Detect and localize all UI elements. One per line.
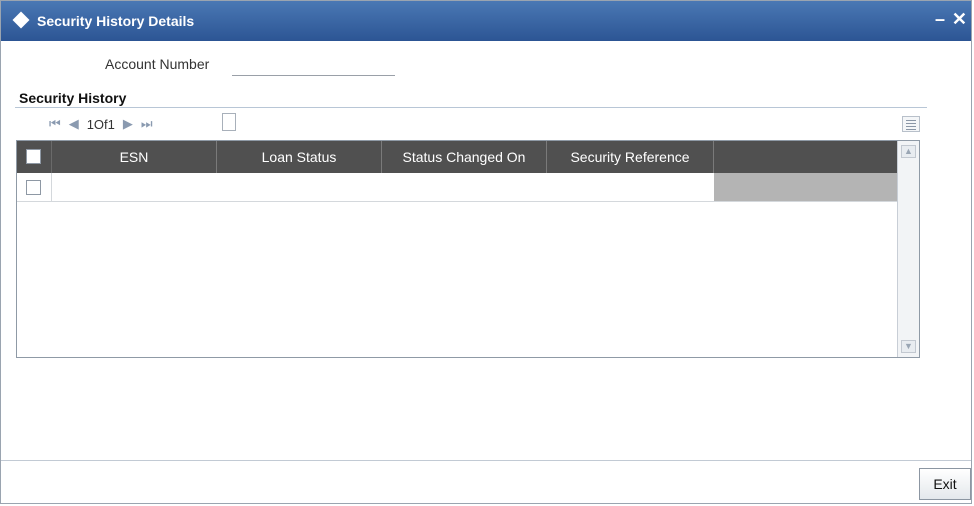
cell-status-changed-on[interactable] [382, 173, 547, 201]
column-header-security-reference[interactable]: Security Reference [547, 141, 714, 173]
scroll-up-icon[interactable]: ▲ [901, 145, 916, 158]
cell-esn[interactable] [52, 173, 217, 201]
header-checkbox-cell [17, 141, 52, 173]
close-button[interactable]: ✕ [952, 9, 967, 30]
page-count: 1Of1 [86, 116, 115, 132]
account-number-label: Account Number [105, 56, 210, 72]
window-title: Security History Details [37, 13, 195, 29]
last-page-icon[interactable]: ⏭ [141, 116, 153, 132]
row-checkbox-cell [17, 173, 52, 201]
first-page-icon[interactable]: ⏮ [49, 116, 61, 132]
section-title: Security History [19, 90, 127, 106]
cell-loan-status[interactable] [217, 173, 382, 201]
account-number-field[interactable] [232, 53, 395, 76]
diamond-icon [12, 11, 30, 29]
page-number-input[interactable] [222, 113, 236, 131]
column-header-status-changed-on[interactable]: Status Changed On [382, 141, 547, 173]
scroll-down-icon[interactable]: ▼ [901, 340, 916, 353]
pager: ⏮ ◀ 1Of1 ▶ ⏭ [49, 116, 161, 132]
vertical-scrollbar[interactable]: ▲ ▼ [897, 141, 919, 357]
column-header-loan-status[interactable]: Loan Status [217, 141, 382, 173]
cell-extra [714, 173, 897, 201]
next-page-icon[interactable]: ▶ [123, 116, 133, 132]
table-row[interactable] [17, 173, 897, 202]
previous-page-icon[interactable]: ◀ [69, 116, 79, 132]
cell-security-reference[interactable] [547, 173, 714, 201]
column-chooser-icon[interactable] [902, 116, 920, 132]
security-history-grid: ESN Loan Status Status Changed On Securi… [16, 140, 920, 358]
title-bar: Security History Details – ✕ [1, 1, 971, 41]
exit-button[interactable]: Exit [919, 468, 971, 500]
footer-divider [1, 460, 971, 461]
column-header-esn[interactable]: ESN [52, 141, 217, 173]
minimize-button[interactable]: – [935, 9, 945, 30]
select-all-checkbox[interactable] [26, 149, 41, 164]
security-history-window: Security History Details – ✕ Account Num… [0, 0, 972, 504]
section-divider [15, 107, 927, 108]
column-header-extra [714, 141, 897, 173]
row-checkbox[interactable] [26, 180, 41, 195]
table-header: ESN Loan Status Status Changed On Securi… [17, 141, 897, 173]
